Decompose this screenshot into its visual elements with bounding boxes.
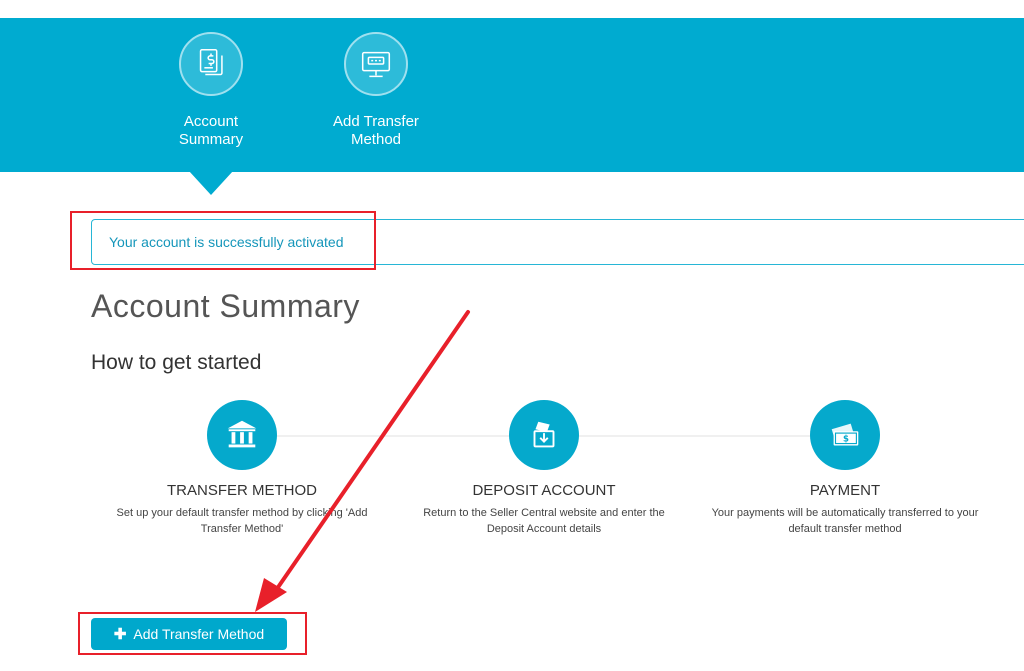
add-transfer-method-button[interactable]: ✚ Add Transfer Method <box>91 618 287 650</box>
step-deposit-account: DEPOSIT ACCOUNT Return to the Seller Cen… <box>404 400 684 537</box>
active-tab-pointer <box>189 171 233 195</box>
bank-icon <box>207 400 277 470</box>
page-title: Account Summary <box>91 288 360 324</box>
success-alert-message: Your account is successfully activated <box>109 234 344 250</box>
svg-text:$: $ <box>843 435 849 445</box>
nav-account-summary[interactable]: Account Summary <box>151 18 271 149</box>
step-description: Set up your default transfer method by c… <box>116 507 368 535</box>
nav-add-transfer-method[interactable]: Add Transfer Method <box>316 18 436 149</box>
nav-add-transfer-method-label: Add Transfer Method <box>333 113 419 148</box>
step-payment: $ PAYMENT Your payments will be automati… <box>705 400 985 537</box>
step-description: Return to the Seller Central website and… <box>423 507 665 535</box>
section-subtitle: How to get started <box>91 351 262 374</box>
step-description: Your payments will be automatically tran… <box>711 507 979 535</box>
step-transfer-method: TRANSFER METHOD Set up your default tran… <box>102 400 382 537</box>
step-title: TRANSFER METHOD <box>167 482 317 499</box>
money-icon: $ <box>810 400 880 470</box>
success-alert: Your account is successfully activated <box>91 219 1024 265</box>
monitor-transfer-icon <box>344 32 408 96</box>
nav-account-summary-label: Account Summary <box>178 113 244 148</box>
step-title: DEPOSIT ACCOUNT <box>472 482 616 499</box>
step-title: PAYMENT <box>809 482 881 499</box>
add-transfer-method-button-label: Add Transfer Method <box>133 626 265 642</box>
deposit-icon <box>509 400 579 470</box>
plus-icon: ✚ <box>113 626 127 643</box>
document-dollar-icon <box>179 32 243 96</box>
